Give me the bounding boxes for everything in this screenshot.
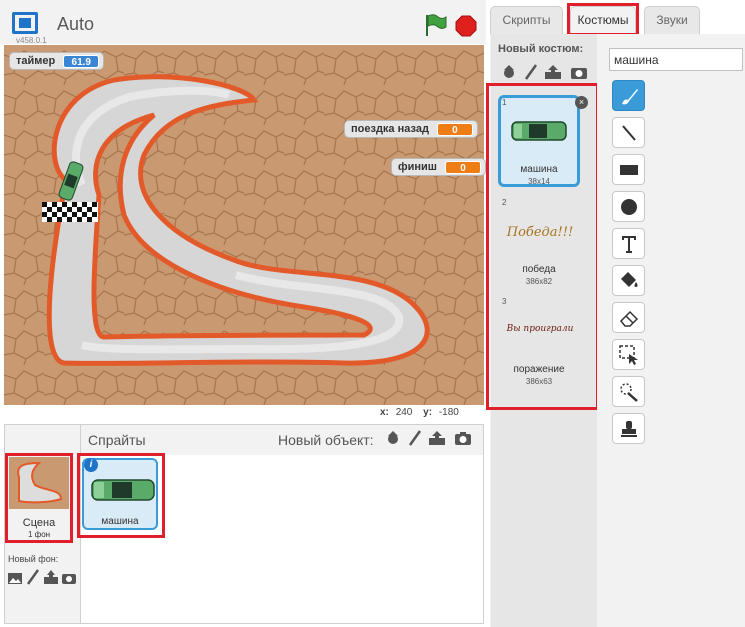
- eraser-icon: [619, 310, 638, 327]
- line-tool[interactable]: [612, 117, 645, 148]
- reverse-value: 0: [436, 122, 473, 136]
- ellipse-tool[interactable]: [612, 191, 645, 222]
- paint-costume-icon[interactable]: [522, 64, 540, 80]
- select-tool[interactable]: [612, 339, 645, 370]
- costume-preview-lose[interactable]: Вы проиграли: [502, 324, 578, 334]
- sprite-library-icon[interactable]: [384, 430, 402, 446]
- upload-costume-icon[interactable]: [544, 64, 562, 80]
- eraser-tool[interactable]: [612, 302, 645, 333]
- sprites-title: Спрайты: [88, 432, 146, 448]
- x-label: x:: [380, 407, 389, 418]
- costume-library-icon[interactable]: [500, 64, 518, 80]
- new-backdrop-label: Новый фон:: [8, 554, 59, 564]
- finish-label: финиш: [398, 161, 437, 173]
- y-value: -180: [438, 407, 459, 418]
- costume-name-input[interactable]: [609, 48, 743, 71]
- fullscreen-icon[interactable]: [12, 12, 38, 34]
- costume-preview-victory[interactable]: Победа!!!: [505, 225, 575, 240]
- green-flag-icon[interactable]: [422, 12, 448, 38]
- costume-number: 3: [502, 297, 507, 306]
- upload-backdrop-icon[interactable]: [43, 569, 59, 585]
- backdrop-library-icon[interactable]: [7, 571, 23, 585]
- magic-select-tool[interactable]: [612, 376, 645, 407]
- paint-backdrop-icon[interactable]: [26, 569, 40, 585]
- timer-monitor[interactable]: таймер 61.9: [9, 52, 105, 70]
- ellipse-icon: [620, 198, 637, 215]
- rectangle-icon: [619, 164, 638, 175]
- fill-tool[interactable]: [612, 265, 645, 296]
- magic-select-icon: [619, 382, 638, 402]
- costumes-tab-highlight: [567, 3, 639, 36]
- reverse-monitor[interactable]: поездка назад 0: [344, 120, 478, 138]
- text-tool[interactable]: [612, 228, 645, 259]
- fill-icon: [620, 271, 637, 287]
- scene-thumbnail[interactable]: [9, 457, 69, 509]
- costume-number: 1: [502, 98, 507, 107]
- stamp-icon: [620, 420, 637, 437]
- camera-costume-icon[interactable]: [570, 64, 588, 80]
- text-icon: [621, 235, 636, 253]
- finish-monitor[interactable]: финиш 0: [391, 158, 486, 176]
- rectangle-tool[interactable]: [612, 154, 645, 185]
- scene-name: Сцена: [22, 517, 56, 529]
- finish-value: 0: [444, 160, 481, 174]
- upload-sprite-icon[interactable]: [428, 430, 446, 446]
- brush-icon: [621, 88, 638, 104]
- sprite-panel: [4, 424, 484, 624]
- costume-size: 386x82: [525, 277, 553, 286]
- brush-tool[interactable]: [612, 80, 645, 111]
- scene-backdrop-count: 1 фон: [27, 530, 51, 539]
- tab-sounds[interactable]: Звуки: [644, 6, 700, 34]
- stop-icon[interactable]: [455, 15, 477, 37]
- info-icon[interactable]: i: [84, 458, 98, 472]
- project-title: Auto: [57, 14, 95, 34]
- reverse-label: поездка назад: [351, 123, 429, 135]
- select-icon: [618, 344, 638, 365]
- stamp-tool[interactable]: [612, 413, 645, 444]
- sprite-name: машина: [101, 516, 139, 527]
- costume-name: победа: [522, 264, 556, 275]
- timer-value: 61.9: [63, 54, 100, 68]
- costume-name: машина: [520, 164, 558, 175]
- new-object-label: Новый объект:: [278, 432, 374, 448]
- new-costume-label: Новый костюм:: [498, 43, 584, 55]
- costume-number: 2: [502, 198, 507, 207]
- version-label: v458.0.1: [16, 36, 47, 45]
- tab-scripts[interactable]: Скрипты: [490, 6, 563, 34]
- paint-new-sprite-icon[interactable]: [406, 430, 424, 446]
- timer-label: таймер: [16, 55, 56, 67]
- x-value: 240: [395, 407, 413, 418]
- stage[interactable]: [4, 45, 484, 405]
- y-label: y:: [423, 407, 433, 418]
- close-icon[interactable]: ×: [575, 96, 588, 109]
- costume-size: 386x63: [525, 377, 553, 386]
- costume-size: 38x14: [528, 177, 550, 186]
- camera-sprite-icon[interactable]: [454, 430, 472, 446]
- race-track: [4, 45, 484, 405]
- camera-backdrop-icon[interactable]: [61, 571, 77, 585]
- line-icon: [621, 124, 636, 141]
- costume-name: поражение: [513, 364, 565, 375]
- mouse-coordinates: x: 240 y: -180: [380, 407, 459, 418]
